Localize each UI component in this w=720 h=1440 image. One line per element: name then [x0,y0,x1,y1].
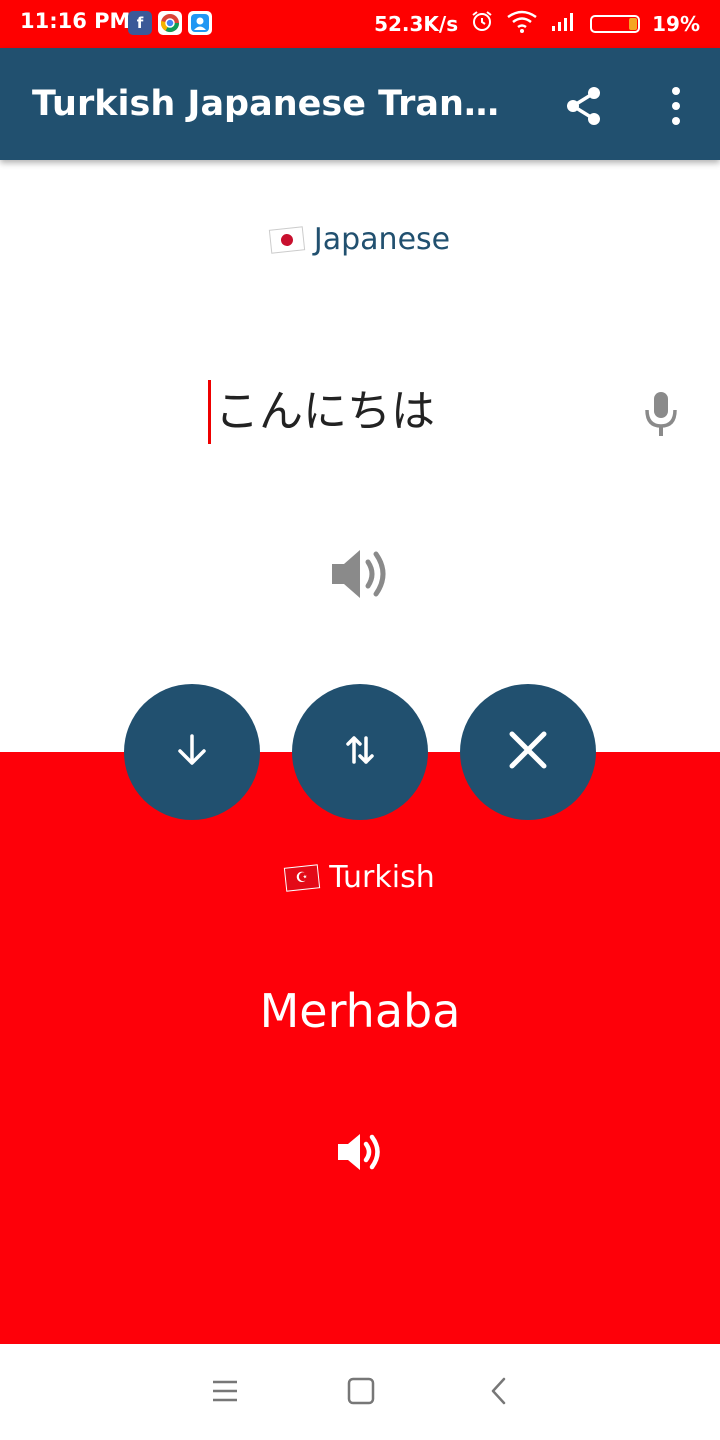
source-language-label: Japanese [313,222,451,257]
source-language-selector[interactable]: Japanese [0,222,720,257]
target-language-label: Turkish [329,860,435,895]
status-right: 52.3K/s 19% [374,9,700,38]
home-square-icon[interactable] [346,1376,376,1406]
target-panel: ☪ Turkish Merhaba [0,752,720,1344]
back-icon[interactable] [484,1376,514,1406]
status-app-icons: f [128,11,212,35]
chrome-icon [158,11,182,35]
system-nav-bar [0,1344,720,1440]
alarm-icon [470,9,494,38]
more-vert-icon[interactable] [660,84,692,128]
battery-icon [590,14,641,33]
swap-languages-button[interactable] [292,684,428,820]
arrow-down-icon [172,730,212,774]
app-toolbar: Turkish Japanese Transl... [0,48,720,160]
target-speaker-icon[interactable] [334,1128,386,1176]
facebook-icon: f [128,11,152,35]
share-icon[interactable] [562,84,606,128]
translate-button[interactable] [124,684,260,820]
target-text: Merhaba [259,984,461,1038]
turkey-flag-icon: ☪ [284,863,321,892]
swap-icon [340,730,380,774]
target-language-selector[interactable]: ☪ Turkish [0,860,720,895]
source-text-input[interactable]: こんにちは [208,380,435,444]
status-bar: 11:16 PM f 52.3K/s 19% [0,0,720,48]
contacts-icon [188,11,212,35]
status-time: 11:16 PM [20,9,131,33]
network-speed: 52.3K/s [374,11,459,36]
clear-button[interactable] [460,684,596,820]
mic-icon[interactable] [640,390,682,438]
signal-icon [550,10,578,37]
source-speaker-icon[interactable] [326,542,396,606]
japan-flag-icon [268,225,306,254]
close-icon [504,726,552,778]
wifi-icon [506,9,538,38]
app-title: Turkish Japanese Transl... [32,84,502,124]
menu-icon[interactable] [210,1376,240,1406]
battery-percent: 19% [652,11,700,36]
